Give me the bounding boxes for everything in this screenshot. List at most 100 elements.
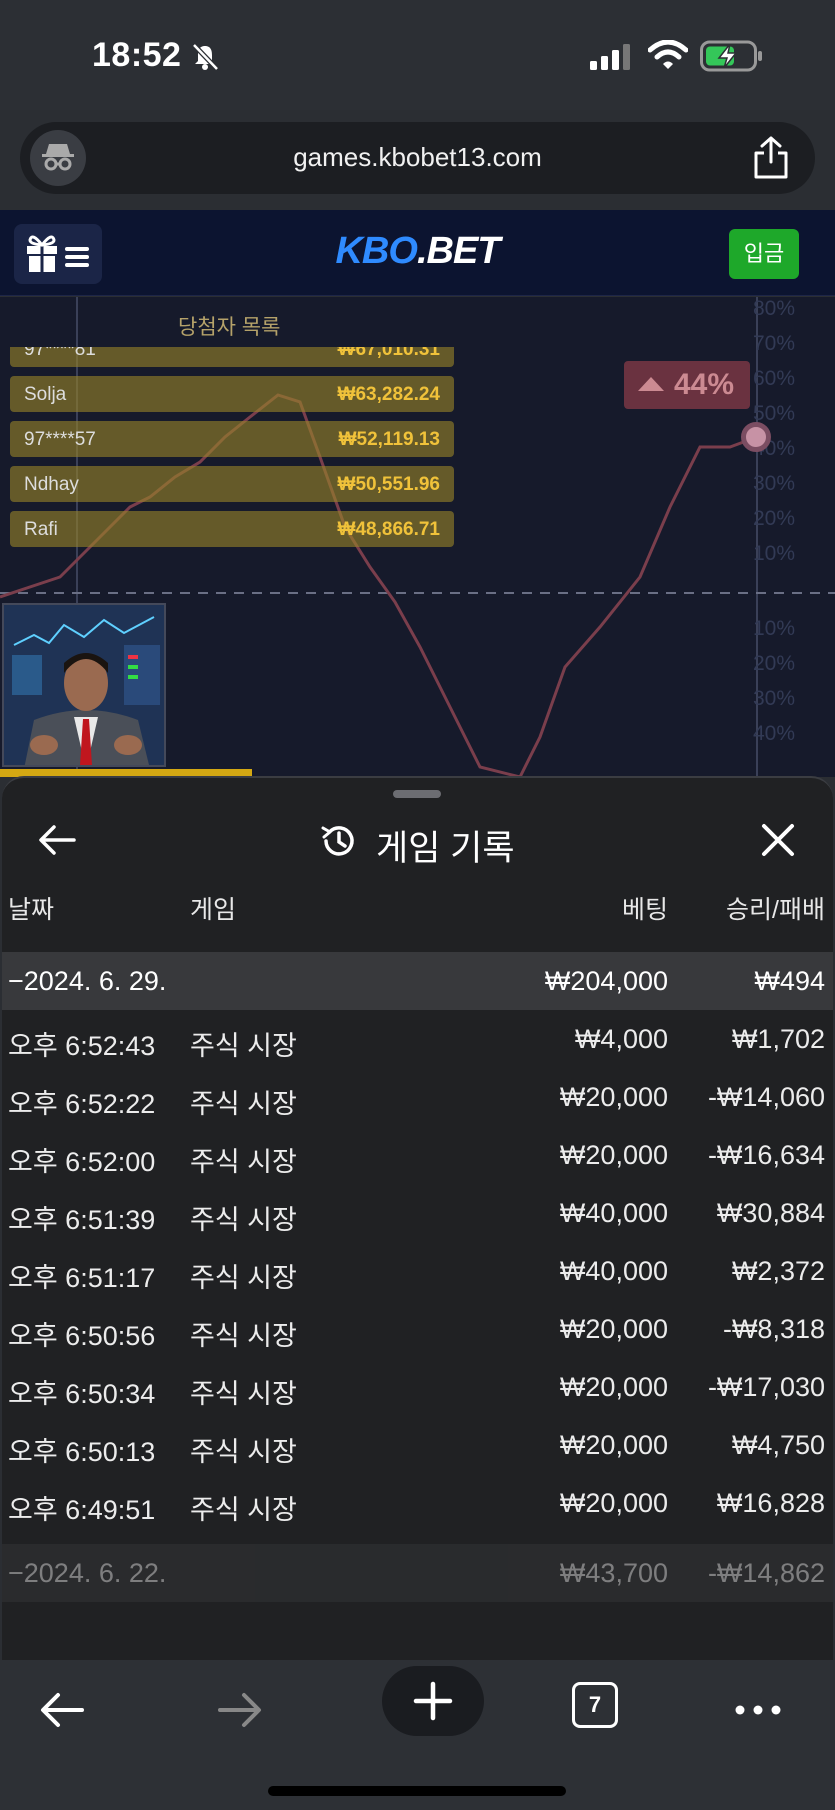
row-result: -₩17,030	[707, 1372, 825, 1402]
history-icon	[321, 826, 354, 856]
day-result-total: -₩14,862	[707, 1558, 825, 1588]
table-header: 날짜 게임 베팅 승리/패배	[2, 890, 833, 932]
new-tab-button[interactable]	[382, 1666, 484, 1736]
column-result: 승리/패배	[726, 896, 825, 924]
day-date: −2024. 6. 29.	[8, 966, 167, 996]
row-game: 주식 시장	[190, 1379, 297, 1409]
row-time: 오후 6:50:56	[8, 1321, 156, 1351]
presenter-video[interactable]	[2, 603, 166, 767]
row-time: 오후 6:49:51	[8, 1495, 156, 1525]
row-time: 오후 6:52:00	[8, 1147, 156, 1177]
row-bet: ₩20,000	[559, 1140, 668, 1170]
logo-part1: KBO	[335, 230, 417, 272]
percent-change-value: 44%	[674, 368, 735, 401]
table-row[interactable]: 오후 6:50:56 주식 시장 ₩20,000 -₩8,318	[2, 1300, 833, 1358]
close-icon[interactable]	[756, 818, 800, 862]
row-bet: ₩20,000	[559, 1314, 668, 1344]
winner-amount: ₩50,551.96	[337, 474, 440, 495]
table-row[interactable]: 오후 6:52:22 주식 시장 ₩20,000 -₩14,060	[2, 1068, 833, 1126]
row-result: ₩1,702	[731, 1024, 825, 1054]
row-game: 주식 시장	[190, 1089, 297, 1119]
winners-title: 당첨자 목록	[178, 316, 281, 339]
row-bet: ₩20,000	[559, 1082, 668, 1112]
winner-row: Solja ₩63,282.24	[10, 376, 454, 412]
percent-change-badge: 44%	[624, 361, 750, 409]
row-bet: ₩40,000	[559, 1256, 668, 1286]
address-bar[interactable]: games.kbobet13.com	[20, 122, 815, 194]
winner-name: Solja	[24, 384, 67, 405]
winner-row: 97****81 ₩67,010.31	[10, 347, 454, 367]
table-row[interactable]: 오후 6:52:00 주식 시장 ₩20,000 -₩16,634	[2, 1126, 833, 1184]
share-icon[interactable]	[751, 136, 791, 180]
winner-amount: ₩52,119.13	[338, 429, 440, 450]
row-game: 주식 시장	[190, 1321, 297, 1351]
winner-name: 97****57	[24, 429, 96, 450]
row-time: 오후 6:50:13	[8, 1437, 156, 1467]
row-bet: ₩20,000	[559, 1430, 668, 1460]
row-bet: ₩4,000	[574, 1024, 668, 1054]
day-result-total: ₩494	[754, 966, 825, 996]
table-row[interactable]: 오후 6:49:51 주식 시장 ₩20,000 ₩16,828	[2, 1474, 833, 1532]
table-row[interactable]: 오후 6:52:43 주식 시장 ₩4,000 ₩1,702	[2, 1010, 833, 1068]
winner-amount: ₩67,010.31	[337, 347, 440, 360]
row-result: ₩16,828	[716, 1488, 825, 1518]
day-date: −2024. 6. 22.	[8, 1558, 167, 1588]
column-game: 게임	[190, 896, 237, 924]
url-text[interactable]: games.kbobet13.com	[20, 142, 815, 173]
winner-row: 97****57 ₩52,119.13	[10, 421, 454, 457]
day-group-header[interactable]: −2024. 6. 22. ₩43,700 -₩14,862	[2, 1544, 833, 1602]
game-area: 80% 70% 60% 50% 40% 30% 20% 10% 10% 20% …	[0, 297, 835, 777]
row-time: 오후 6:51:39	[8, 1205, 156, 1235]
tabs-button[interactable]: 7	[572, 1682, 618, 1728]
row-result: ₩4,750	[731, 1430, 825, 1460]
back-icon[interactable]	[34, 1682, 90, 1738]
axis-label: 30%	[753, 472, 796, 495]
deposit-button[interactable]: 입금	[729, 229, 799, 279]
table-row[interactable]: 오후 6:51:39 주식 시장 ₩40,000 ₩30,884	[2, 1184, 833, 1242]
table-row[interactable]: 오후 6:50:13 주식 시장 ₩20,000 ₩4,750	[2, 1416, 833, 1474]
presenter-image	[4, 605, 164, 765]
plus-icon	[413, 1681, 453, 1721]
day-group-header[interactable]: −2024. 6. 29. ₩204,000 ₩494	[2, 952, 833, 1010]
forward-icon[interactable]	[212, 1682, 268, 1738]
row-bet: ₩40,000	[559, 1198, 668, 1228]
logo-part2: .BET	[416, 230, 501, 272]
home-indicator[interactable]	[268, 1786, 566, 1796]
axis-label: 10%	[753, 617, 796, 640]
arrow-up-icon	[638, 377, 664, 391]
winner-amount: ₩48,866.71	[337, 519, 440, 540]
cellular-signal-icon	[590, 44, 630, 70]
axis-label: 40%	[753, 722, 796, 745]
battery-charging-icon	[700, 40, 762, 72]
row-time: 오후 6:52:22	[8, 1089, 156, 1119]
row-game: 주식 시장	[190, 1205, 297, 1235]
column-bet: 베팅	[621, 896, 668, 924]
day-bet-total: ₩204,000	[544, 966, 668, 996]
row-time: 오후 6:52:43	[8, 1031, 156, 1061]
row-result: ₩30,884	[716, 1198, 825, 1228]
row-result: -₩16,634	[707, 1140, 825, 1170]
winner-row: Rafi ₩48,866.71	[10, 511, 454, 547]
axis-label: 20%	[753, 652, 796, 675]
row-result: -₩14,060	[707, 1082, 825, 1112]
winners-list: 97****81 ₩67,010.31 Solja ₩63,282.24 97*…	[10, 347, 454, 567]
axis-label: 70%	[753, 332, 796, 355]
drag-handle[interactable]	[393, 790, 441, 798]
axis-label: 20%	[753, 507, 796, 530]
wifi-icon	[648, 40, 688, 69]
sheet-title-text: 게임 기록	[376, 829, 515, 868]
row-result: -₩8,318	[722, 1314, 825, 1344]
winner-row: Ndhay ₩50,551.96	[10, 466, 454, 502]
more-icon[interactable]	[730, 1682, 786, 1738]
row-time: 오후 6:50:34	[8, 1379, 156, 1409]
kbo-bet-logo[interactable]: KBO.BET	[0, 230, 835, 273]
row-game: 주식 시장	[190, 1437, 297, 1467]
table-row[interactable]: 오후 6:51:17 주식 시장 ₩40,000 ₩2,372	[2, 1242, 833, 1300]
status-time: 18:52	[92, 36, 182, 74]
status-bar: 18:52	[0, 0, 835, 110]
back-arrow-icon[interactable]	[36, 818, 80, 862]
row-game: 주식 시장	[190, 1263, 297, 1293]
table-row[interactable]: 오후 6:50:34 주식 시장 ₩20,000 -₩17,030	[2, 1358, 833, 1416]
row-game: 주식 시장	[190, 1031, 297, 1061]
winner-name: 97****81	[24, 347, 96, 360]
